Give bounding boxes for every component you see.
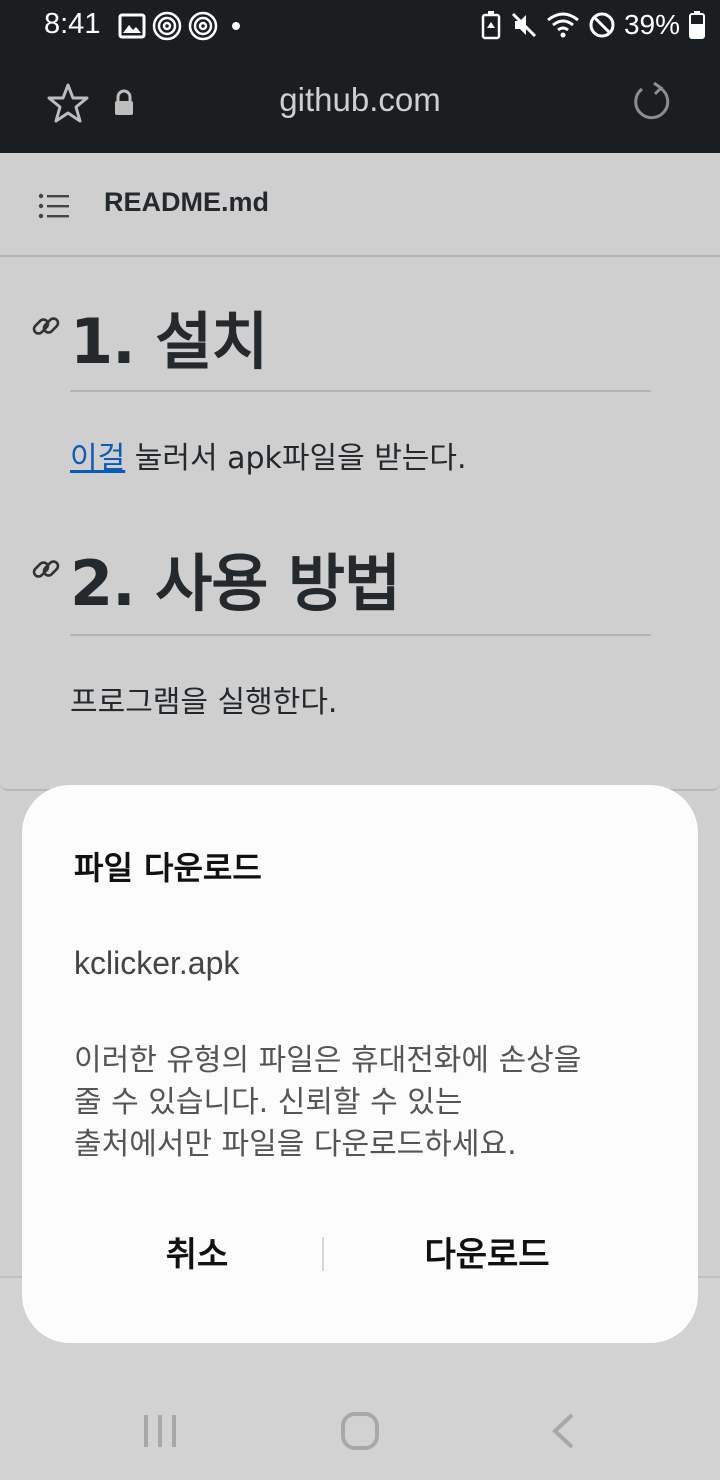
do-not-disturb-icon (589, 12, 615, 38)
image-icon (118, 13, 146, 39)
browser-url-bar: github.com (0, 54, 720, 153)
status-left-icons (118, 11, 248, 41)
status-bar: 8:41 39% (0, 0, 720, 54)
battery-saver-icon (481, 11, 501, 40)
readme-header: README.md (0, 153, 720, 255)
battery-icon (689, 11, 705, 39)
cancel-button[interactable]: 취소 (82, 1225, 312, 1285)
dialog-title: 파일 다운로드 (74, 849, 262, 887)
heading-rule (70, 390, 651, 392)
status-right-icons: 39% (480, 9, 706, 41)
install-paragraph: 이걸 눌러서 apk파일을 받는다. (70, 433, 467, 477)
status-time: 8:41 (44, 8, 101, 40)
readme-filename: README.md (104, 187, 270, 217)
section-heading-usage: 2. 사용 방법 (70, 547, 401, 620)
heading-rule (70, 634, 651, 636)
url-text[interactable]: github.com (0, 81, 720, 119)
dialog-message-line: 출처에서만 파일을 다운로드하세요. (74, 1127, 517, 1162)
nfc-icon (188, 11, 218, 41)
download-button[interactable]: 다운로드 (352, 1225, 622, 1285)
anchor-link-icon[interactable] (30, 553, 62, 585)
list-icon[interactable] (38, 193, 70, 219)
dialog-message-line: 이러한 유형의 파일은 휴대전화에 손상을 (74, 1043, 582, 1078)
back-icon[interactable] (550, 1413, 576, 1449)
anchor-link-icon[interactable] (30, 310, 62, 342)
reload-icon[interactable] (630, 80, 674, 124)
button-divider (322, 1237, 324, 1271)
home-icon[interactable] (340, 1411, 380, 1451)
battery-percent: 39% (623, 9, 680, 40)
divider (0, 255, 720, 257)
dot-icon (232, 22, 240, 30)
recent-apps-icon[interactable] (142, 1413, 178, 1449)
nfc-icon (152, 11, 182, 41)
usage-paragraph: 프로그램을 실행한다. (70, 685, 338, 720)
download-dialog: 파일 다운로드 kclicker.apk 이러한 유형의 파일은 휴대전화에 손… (22, 785, 698, 1343)
install-text: 눌러서 apk파일을 받는다. (125, 441, 467, 476)
wifi-icon (547, 12, 579, 38)
section-heading-install: 1. 설치 (70, 305, 268, 378)
dialog-message-line: 줄 수 있습니다. 신뢰할 수 있는 (74, 1085, 463, 1120)
dialog-message: 이러한 유형의 파일은 휴대전화에 손상을 줄 수 있습니다. 신뢰할 수 있는… (74, 1040, 654, 1166)
dialog-filename: kclicker.apk (74, 945, 240, 981)
mute-icon (511, 12, 537, 38)
download-link[interactable]: 이걸 (70, 441, 125, 476)
